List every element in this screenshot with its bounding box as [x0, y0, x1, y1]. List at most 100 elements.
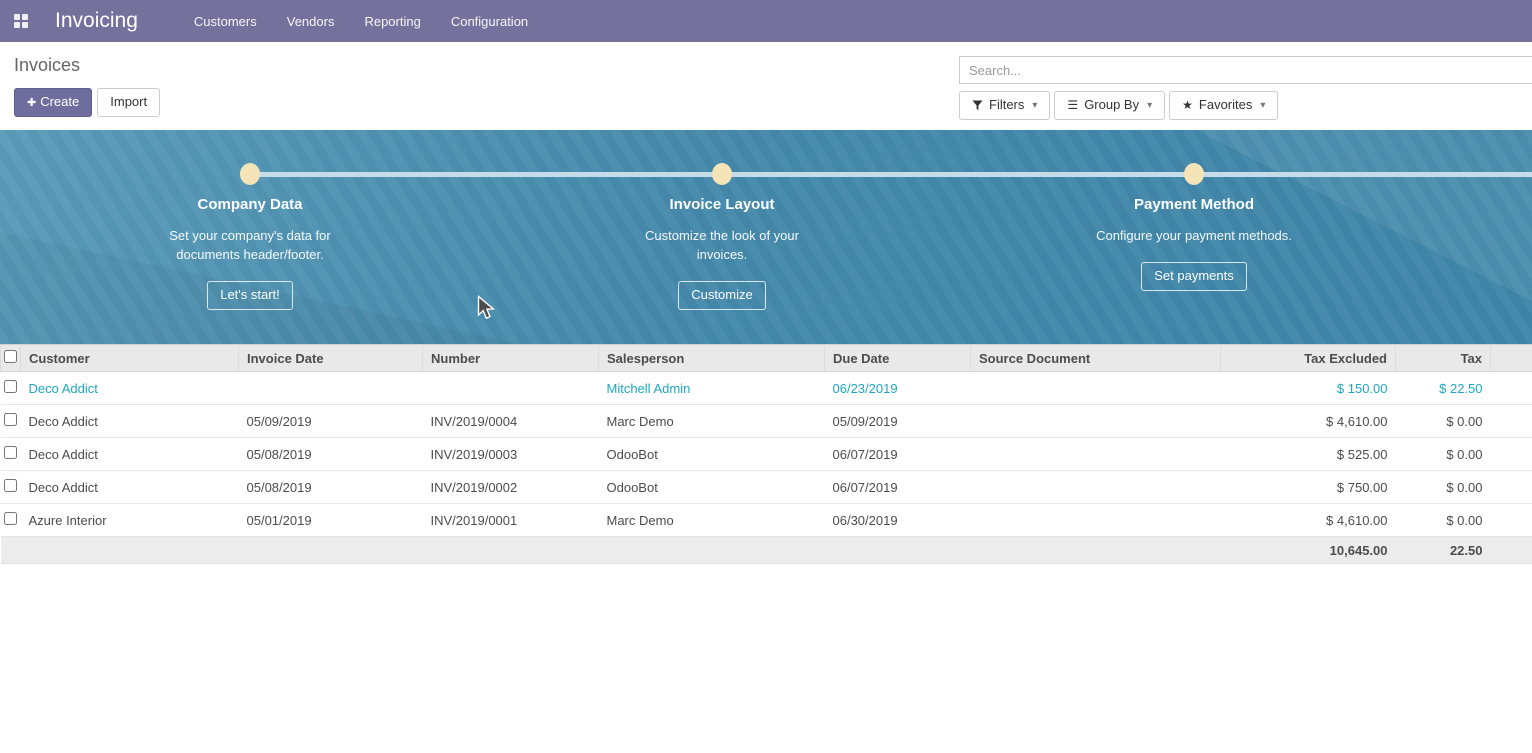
cell-salesperson[interactable]: OdooBot [599, 471, 825, 504]
cell-salesperson[interactable]: Marc Demo [599, 504, 825, 537]
cell-source-document[interactable] [971, 372, 1221, 405]
cell-salesperson[interactable]: OdooBot [599, 438, 825, 471]
top-navbar: Invoicing Customers Vendors Reporting Co… [0, 0, 1532, 42]
set-payments-button[interactable]: Set payments [1141, 262, 1247, 291]
invoicing-app-screen: Invoicing Customers Vendors Reporting Co… [0, 0, 1532, 753]
column-header-due-date[interactable]: Due Date [825, 345, 971, 372]
cell-salesperson[interactable]: Mitchell Admin [599, 372, 825, 405]
cell-customer[interactable]: Azure Interior [21, 504, 239, 537]
cell-due-date[interactable]: 05/09/2019 [825, 405, 971, 438]
column-header-number[interactable]: Number [423, 345, 599, 372]
footer-empty-cell [21, 537, 239, 564]
action-buttons: ✚Create Import [14, 88, 160, 117]
cell-spacer [1491, 504, 1532, 537]
nav-menu-customers[interactable]: Customers [194, 14, 257, 29]
create-button[interactable]: ✚Create [14, 88, 92, 117]
row-checkbox[interactable] [4, 479, 17, 492]
cell-salesperson[interactable]: Marc Demo [599, 405, 825, 438]
row-checkbox[interactable] [4, 413, 17, 426]
cell-due-date[interactable]: 06/30/2019 [825, 504, 971, 537]
table-row[interactable]: Deco Addict Mitchell Admin 06/23/2019 $ … [1, 372, 1532, 405]
column-header-customer[interactable]: Customer [21, 345, 239, 372]
cell-number[interactable]: INV/2019/0002 [423, 471, 599, 504]
cell-tax-excluded[interactable]: $ 525.00 [1221, 438, 1396, 471]
cell-tax[interactable]: $ 22.50 [1396, 372, 1491, 405]
search-input[interactable] [959, 56, 1532, 84]
import-button[interactable]: Import [97, 88, 160, 117]
column-header-invoice-date[interactable]: Invoice Date [239, 345, 423, 372]
cell-tax[interactable]: $ 0.00 [1396, 504, 1491, 537]
cell-due-date[interactable]: 06/23/2019 [825, 372, 971, 405]
cell-invoice-date[interactable] [239, 372, 423, 405]
cell-invoice-date[interactable]: 05/08/2019 [239, 471, 423, 504]
table-row[interactable]: Azure Interior 05/01/2019 INV/2019/0001 … [1, 504, 1532, 537]
cell-source-document[interactable] [971, 405, 1221, 438]
cell-tax[interactable]: $ 0.00 [1396, 405, 1491, 438]
filter-funnel-icon [972, 100, 983, 111]
cell-customer[interactable]: Deco Addict [21, 471, 239, 504]
select-all-cell [1, 345, 21, 372]
row-checkbox[interactable] [4, 380, 17, 393]
cell-tax-excluded[interactable]: $ 750.00 [1221, 471, 1396, 504]
apps-grid-icon[interactable] [14, 14, 28, 28]
footer-total-tax-excluded: 10,645.00 [1221, 537, 1396, 564]
table-row[interactable]: Deco Addict 05/08/2019 INV/2019/0003 Odo… [1, 438, 1532, 471]
favorites-button[interactable]: ★ Favorites ▾ [1169, 91, 1278, 120]
table-row[interactable]: Deco Addict 05/09/2019 INV/2019/0004 Mar… [1, 405, 1532, 438]
select-all-checkbox[interactable] [4, 350, 17, 363]
row-checkbox[interactable] [4, 512, 17, 525]
row-checkbox[interactable] [4, 446, 17, 459]
cell-customer[interactable]: Deco Addict [21, 405, 239, 438]
cell-tax-excluded[interactable]: $ 150.00 [1221, 372, 1396, 405]
customize-button[interactable]: Customize [678, 281, 765, 310]
cell-source-document[interactable] [971, 504, 1221, 537]
cell-number[interactable]: INV/2019/0004 [423, 405, 599, 438]
column-header-tax-excluded[interactable]: Tax Excluded [1221, 345, 1396, 372]
column-header-salesperson[interactable]: Salesperson [599, 345, 825, 372]
cell-invoice-date[interactable]: 05/01/2019 [239, 504, 423, 537]
cell-tax[interactable]: $ 0.00 [1396, 471, 1491, 504]
table-footer: 10,645.00 22.50 [1, 537, 1532, 564]
cell-number[interactable] [423, 372, 599, 405]
cell-tax-excluded[interactable]: $ 4,610.00 [1221, 504, 1396, 537]
onboarding-step-dot [240, 163, 260, 185]
table-row[interactable]: Deco Addict 05/08/2019 INV/2019/0002 Odo… [1, 471, 1532, 504]
footer-empty-cell [1, 537, 21, 564]
nav-menu-reporting[interactable]: Reporting [364, 14, 420, 29]
cell-due-date[interactable]: 06/07/2019 [825, 471, 971, 504]
row-select-cell [1, 504, 21, 537]
cell-due-date[interactable]: 06/07/2019 [825, 438, 971, 471]
cell-number[interactable]: INV/2019/0003 [423, 438, 599, 471]
onboarding-step-dot [1184, 163, 1204, 185]
row-select-cell [1, 405, 21, 438]
nav-menu-configuration[interactable]: Configuration [451, 14, 528, 29]
onboarding-step-company-data: Company Data Set your company's data for… [110, 196, 390, 310]
column-header-tax[interactable]: Tax [1396, 345, 1491, 372]
nav-menu-vendors[interactable]: Vendors [287, 14, 335, 29]
onboarding-progress-line [250, 172, 1532, 177]
favorites-button-label: Favorites [1199, 98, 1252, 113]
caret-down-icon: ▾ [1147, 100, 1152, 112]
filters-button[interactable]: Filters ▾ [959, 91, 1050, 120]
footer-empty-cell [239, 537, 423, 564]
cell-customer[interactable]: Deco Addict [21, 372, 239, 405]
cell-source-document[interactable] [971, 471, 1221, 504]
column-header-source-document[interactable]: Source Document [971, 345, 1221, 372]
cell-invoice-date[interactable]: 05/09/2019 [239, 405, 423, 438]
cell-tax-excluded[interactable]: $ 4,610.00 [1221, 405, 1396, 438]
step-title: Payment Method [1054, 196, 1334, 213]
nav-menu-bar: Customers Vendors Reporting Configuratio… [194, 14, 528, 29]
invoices-table: Customer Invoice Date Number Salesperson… [0, 344, 1532, 564]
app-title: Invoicing [55, 9, 138, 33]
cell-customer[interactable]: Deco Addict [21, 438, 239, 471]
cell-source-document[interactable] [971, 438, 1221, 471]
column-header-spacer [1491, 345, 1532, 372]
step-description: Customize the look of your invoices. [640, 226, 805, 264]
cell-invoice-date[interactable]: 05/08/2019 [239, 438, 423, 471]
row-select-cell [1, 471, 21, 504]
cell-number[interactable]: INV/2019/0001 [423, 504, 599, 537]
lets-start-button[interactable]: Let's start! [207, 281, 293, 310]
cell-tax[interactable]: $ 0.00 [1396, 438, 1491, 471]
group-by-button[interactable]: ☰ Group By ▾ [1054, 91, 1165, 120]
footer-total-tax: 22.50 [1396, 537, 1491, 564]
